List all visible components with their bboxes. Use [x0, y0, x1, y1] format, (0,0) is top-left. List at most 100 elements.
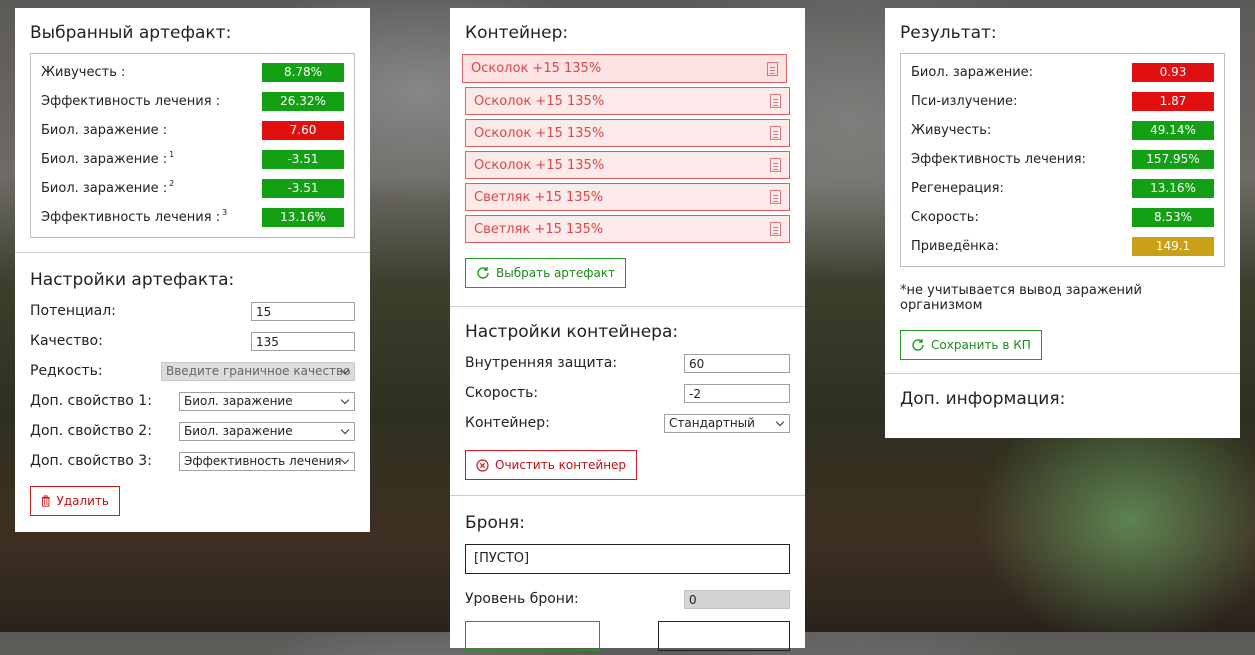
- result-stat-row: Скорость: 8.53%: [911, 203, 1214, 232]
- artifact-stat-label: Эффективность лечения :: [41, 94, 221, 109]
- artifact-stat-value: -3.51: [262, 179, 344, 198]
- result-stat-row: Приведёнка: 149.1: [911, 232, 1214, 261]
- artifact-stat-row: Эффективность лечения : 26.32%: [41, 87, 344, 116]
- speed-label: Скорость:: [465, 385, 539, 401]
- save-kp-button[interactable]: Сохранить в КП: [900, 330, 1042, 360]
- quality-label: Качество:: [30, 333, 103, 349]
- container-type-label: Контейнер:: [465, 415, 550, 431]
- potential-label: Потенциал:: [30, 303, 116, 319]
- armor-level-row: Уровень брони: 0: [465, 584, 790, 614]
- speed-row: Скорость: -2: [465, 378, 790, 408]
- container-settings-title: Настройки контейнера:: [465, 322, 679, 342]
- result-stat-label: Приведёнка:: [911, 239, 999, 254]
- result-title: Результат:: [900, 23, 997, 43]
- save-kp-label: Сохранить в КП: [931, 338, 1031, 352]
- artifact-stat-label: Эффективность лечения :3: [41, 208, 228, 225]
- speed-input[interactable]: -2: [684, 383, 790, 403]
- artifact-stat-superscript: 1: [169, 150, 175, 159]
- artifact-stat-value: -3.51: [262, 150, 344, 169]
- potential-row: Потенциал: 15: [30, 296, 355, 326]
- prop1-select[interactable]: Биол. заражение: [179, 391, 355, 411]
- artifact-stat-row: Биол. заражение :1 -3.51: [41, 145, 344, 174]
- result-stat-value: 13.16%: [1132, 179, 1214, 198]
- armor-slot[interactable]: [ПУСТО]: [465, 544, 790, 574]
- container-item[interactable]: Осколок +15 135%: [465, 87, 790, 115]
- artifact-title: Выбранный артефакт:: [30, 23, 232, 43]
- result-panel: Результат: Биол. заражение: 0.93 Пси-излуч…: [885, 8, 1240, 438]
- artifact-settings-title: Настройки артефакта:: [30, 270, 235, 290]
- artifact-stat-value: 8.78%: [262, 63, 344, 82]
- result-stat-value: 49.14%: [1132, 121, 1214, 140]
- refresh-icon: [477, 267, 489, 279]
- container-panel: Контейнер: Осколок +15 135% Осколок +15 1…: [450, 8, 805, 651]
- result-stat-row: Живучесть: 49.14%: [911, 116, 1214, 145]
- close-circle-icon: [476, 458, 489, 472]
- result-note: *не учитывается вывод заражений организм…: [900, 283, 1142, 313]
- container-item[interactable]: Осколок +15 135%: [465, 151, 790, 179]
- artifact-stats: Живучесть : 8.78% Эффективность лечения : 2…: [30, 53, 355, 238]
- document-icon[interactable]: [770, 158, 781, 172]
- choose-artifact-label: Выбрать артефакт: [496, 266, 616, 280]
- result-stat-row: Пси-излучение: 1.87: [911, 87, 1214, 116]
- result-stat-label: Пси-излучение:: [911, 94, 1018, 109]
- delete-button[interactable]: Удалить: [30, 486, 120, 516]
- artifact-stat-label: Биол. заражение :2: [41, 179, 175, 196]
- bottom-right-button[interactable]: [658, 621, 790, 651]
- container-title: Контейнер:: [465, 23, 569, 43]
- prop1-row: Доп. свойство 1: Биол. заражение: [30, 386, 355, 416]
- artifact-stat-value: 7.60: [262, 121, 344, 140]
- delete-button-label: Удалить: [56, 494, 110, 508]
- extra-info-title: Доп. информация:: [900, 389, 1066, 409]
- container-type-select[interactable]: Стандартный: [664, 413, 790, 433]
- prop3-select[interactable]: Эффективность лечения: [179, 451, 355, 471]
- artifact-stat-value: 13.16%: [262, 208, 344, 227]
- document-icon[interactable]: [770, 126, 781, 140]
- rarity-select[interactable]: Введите граничное качество: [161, 361, 355, 381]
- container-item-label: Светляк +15 135%: [474, 189, 604, 205]
- quality-input[interactable]: 135: [251, 331, 355, 351]
- artifact-stat-row: Биол. заражение : 7.60: [41, 116, 344, 145]
- container-item[interactable]: Светляк +15 135%: [465, 183, 790, 211]
- artifact-stat-label: Живучесть :: [41, 65, 126, 80]
- result-stat-label: Регенерация:: [911, 181, 1004, 196]
- prop2-label: Доп. свойство 2:: [30, 423, 152, 439]
- result-stat-value: 0.93: [1132, 63, 1214, 82]
- armor-level-label: Уровень брони:: [465, 591, 579, 607]
- container-item[interactable]: Осколок +15 135%: [465, 119, 790, 147]
- prop3-label: Доп. свойство 3:: [30, 453, 152, 469]
- result-stat-value: 1.87: [1132, 92, 1214, 111]
- container-item-label: Осколок +15 135%: [474, 125, 605, 141]
- potential-input[interactable]: 15: [251, 301, 355, 321]
- container-item-label: Светляк +15 135%: [474, 221, 604, 237]
- clear-container-label: Очистить контейнер: [495, 458, 627, 472]
- result-stat-row: Биол. заражение: 0.93: [911, 58, 1214, 87]
- inner-protection-input[interactable]: 60: [684, 353, 790, 373]
- result-stats: Биол. заражение: 0.93 Пси-излучение: 1.87 Жи…: [900, 53, 1225, 267]
- container-item[interactable]: Осколок +15 135%: [462, 54, 787, 83]
- inner-protection-label: Внутренняя защита:: [465, 355, 618, 371]
- clear-container-button[interactable]: Очистить контейнер: [465, 450, 638, 480]
- result-stat-label: Биол. заражение:: [911, 65, 1034, 80]
- document-icon[interactable]: [770, 222, 781, 236]
- inner-protection-row: Внутренняя защита: 60: [465, 348, 790, 378]
- result-stat-value: 157.95%: [1132, 150, 1214, 169]
- choose-artifact-button[interactable]: Выбрать артефакт: [465, 258, 627, 288]
- quality-row: Качество: 135: [30, 326, 355, 356]
- prop2-select[interactable]: Биол. заражение: [179, 421, 355, 441]
- document-icon[interactable]: [770, 94, 781, 108]
- document-icon[interactable]: [770, 190, 781, 204]
- result-stat-label: Живучесть:: [911, 123, 992, 138]
- container-item[interactable]: Светляк +15 135%: [465, 215, 790, 243]
- prop2-row: Доп. свойство 2: Биол. заражение: [30, 416, 355, 446]
- artifact-panel: Выбранный артефакт: Живучесть : 8.78% Эффе…: [15, 8, 370, 532]
- artifact-stat-label: Биол. заражение :1: [41, 150, 175, 167]
- document-icon[interactable]: [767, 61, 778, 76]
- artifact-stat-row: Биол. заражение :2 -3.51: [41, 174, 344, 203]
- result-stat-label: Скорость:: [911, 210, 979, 225]
- artifact-stat-row: Эффективность лечения :3 13.16%: [41, 203, 344, 232]
- container-list: Осколок +15 135% Осколок +15 135% Осколок …: [462, 54, 790, 243]
- bottom-left-button[interactable]: [465, 621, 600, 651]
- rarity-row: Редкость: Введите граничное качество: [30, 356, 355, 386]
- artifact-stat-superscript: 3: [222, 208, 228, 217]
- result-stat-label: Эффективность лечения:: [911, 152, 1086, 167]
